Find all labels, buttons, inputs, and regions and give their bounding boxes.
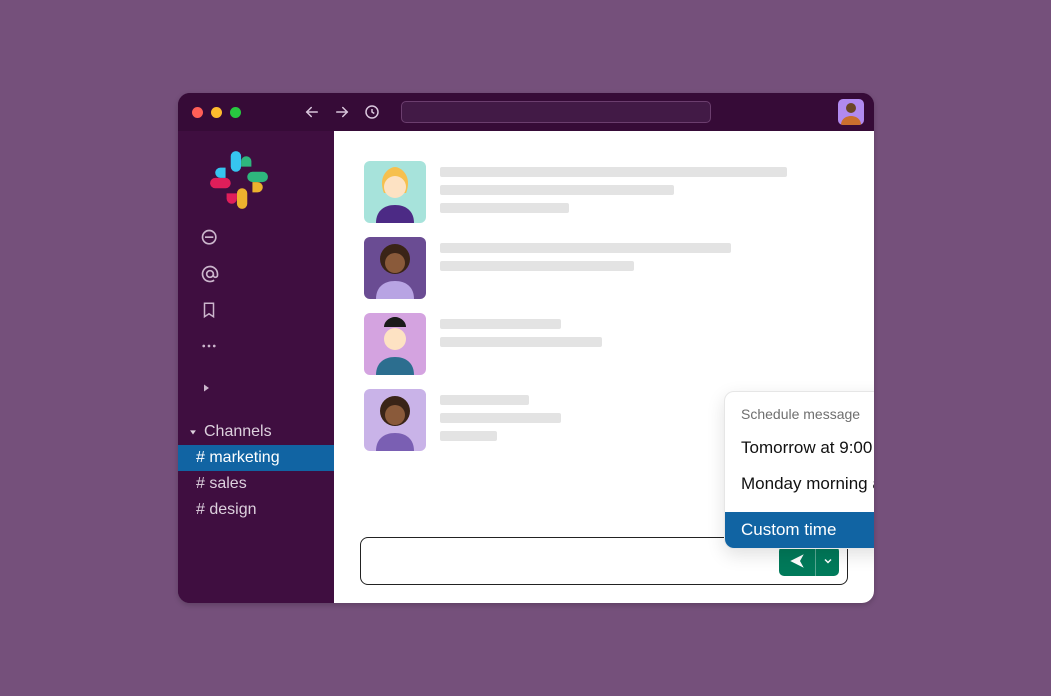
expand-icon[interactable] xyxy=(200,377,222,399)
message-row xyxy=(364,161,844,223)
top-bar xyxy=(178,93,874,131)
back-button[interactable] xyxy=(303,103,321,121)
profile-avatar[interactable] xyxy=(838,99,864,125)
more-icon[interactable] xyxy=(200,335,222,357)
search-input[interactable] xyxy=(401,101,711,123)
bookmark-icon[interactable] xyxy=(200,299,222,321)
maximize-window-icon[interactable] xyxy=(230,107,241,118)
threads-icon[interactable] xyxy=(200,227,222,249)
close-window-icon[interactable] xyxy=(192,107,203,118)
channels-header-label: Channels xyxy=(204,423,272,441)
popup-title: Schedule message xyxy=(725,406,874,430)
send-button[interactable] xyxy=(779,546,815,576)
history-button[interactable] xyxy=(363,103,381,121)
minimize-window-icon[interactable] xyxy=(211,107,222,118)
slack-logo-icon xyxy=(208,149,270,211)
message-row xyxy=(364,237,844,299)
app-window: Channels # marketing # sales # design xyxy=(178,93,874,603)
schedule-message-popup: Schedule message Tomorrow at 9:00 AM Mon… xyxy=(724,391,874,549)
forward-button[interactable] xyxy=(333,103,351,121)
mentions-icon[interactable] xyxy=(200,263,222,285)
sidebar: Channels # marketing # sales # design xyxy=(178,131,334,603)
channel-label: # design xyxy=(196,501,257,518)
channel-design[interactable]: # design xyxy=(178,497,334,523)
avatar xyxy=(364,237,426,299)
avatar xyxy=(364,313,426,375)
channels-header[interactable]: Channels xyxy=(178,419,334,445)
schedule-option-custom[interactable]: Custom time xyxy=(725,512,874,548)
avatar xyxy=(364,161,426,223)
send-options-button[interactable] xyxy=(815,546,839,576)
channel-sales[interactable]: # sales xyxy=(178,471,334,497)
message-pane: Schedule message Tomorrow at 9:00 AM Mon… xyxy=(334,131,874,603)
channel-label: # sales xyxy=(196,475,247,492)
message-row xyxy=(364,313,844,375)
avatar xyxy=(364,389,426,451)
channels-section: Channels # marketing # sales # design xyxy=(178,419,334,523)
schedule-option-tomorrow[interactable]: Tomorrow at 9:00 AM xyxy=(725,430,874,466)
nav-controls xyxy=(303,101,711,123)
schedule-option-monday[interactable]: Monday morning at 9:00 AM xyxy=(725,466,874,502)
send-button-group xyxy=(779,546,839,576)
channel-marketing[interactable]: # marketing xyxy=(178,445,334,471)
channel-label: # marketing xyxy=(196,449,280,466)
window-controls xyxy=(192,107,241,118)
